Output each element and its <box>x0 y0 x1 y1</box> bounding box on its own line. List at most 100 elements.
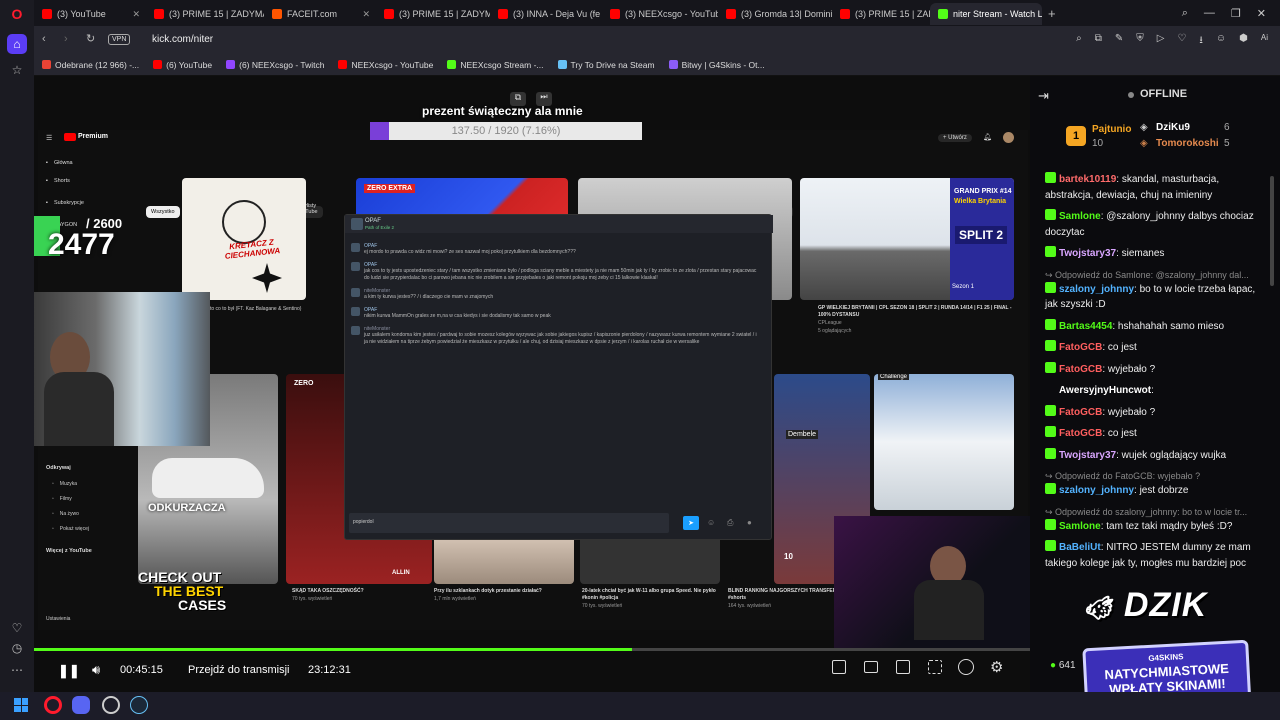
points-display[interactable]: ● 641 <box>1050 660 1076 671</box>
bookmark-item[interactable]: NEEXcsgo Stream -... <box>447 60 544 70</box>
extensions-icon[interactable]: ⬢ <box>1239 33 1248 50</box>
chat-username[interactable]: AwersyjnyHuncwot <box>1059 385 1151 396</box>
chat-scrollbar[interactable] <box>1270 176 1274 286</box>
settings-icon[interactable]: ⚙ <box>990 658 1003 676</box>
chat-username[interactable]: Samlone <box>1059 521 1101 532</box>
chat-message[interactable]: Samlone: @szalony_johnny dalbys chociaz … <box>1045 209 1270 240</box>
bookmark-item[interactable]: Odebrane (12 966) -... <box>42 60 139 70</box>
chat-message[interactable]: FatoGCB: co jest <box>1045 340 1270 356</box>
gifter-name[interactable]: Tomorokoshi <box>1156 138 1219 149</box>
chat-username[interactable]: bartek10119 <box>1059 174 1116 185</box>
chat-username[interactable]: FatoGCB <box>1059 407 1102 418</box>
bookmark-item[interactable]: (6) YouTube <box>153 60 212 70</box>
discord-taskbar-icon[interactable] <box>72 696 90 714</box>
browser-tab[interactable]: (3) PRIME 15 | ZADYMA✕ <box>376 3 490 25</box>
back-icon[interactable]: ‹ <box>42 33 46 45</box>
chat-username[interactable]: Twojstary37 <box>1059 450 1116 461</box>
screenshot-icon[interactable]: ⧉ <box>1095 33 1102 50</box>
go-to-live-button[interactable]: Przejdź do transmisji <box>188 664 289 676</box>
opera-taskbar-icon[interactable] <box>44 696 62 714</box>
chat-message[interactable]: szalony_johnny: jest dobrze <box>1045 483 1270 499</box>
vpn-badge[interactable]: VPN <box>108 34 131 45</box>
pip-icon[interactable] <box>832 660 846 674</box>
message-text: juz usiłalem kondoma kim jestes / pardwa… <box>364 332 757 345</box>
chat-username[interactable]: Twojstary37 <box>1059 248 1116 259</box>
forward-icon[interactable]: › <box>64 33 68 45</box>
collapse-chat-icon[interactable]: ⇥ <box>1038 88 1049 104</box>
bookmark-item[interactable]: Bitwy | G4Skins - Ot... <box>668 60 765 70</box>
chat-username[interactable]: FatoGCB <box>1059 428 1102 439</box>
browser-tab[interactable]: (3) Gromda 13| Dominik A✕ <box>718 3 832 25</box>
app-taskbar-icon[interactable] <box>102 696 120 714</box>
chat-username[interactable]: BaBeliUt <box>1059 542 1101 553</box>
browser-tab[interactable]: (3) NEEXcsgo - YouTube✕ <box>602 3 718 25</box>
chat-username[interactable]: Samlone <box>1059 211 1101 222</box>
browser-tab[interactable]: niter Stream - Watch L✕ <box>930 3 1042 25</box>
pip-icon[interactable]: ⧉ <box>510 92 526 106</box>
chat-message[interactable]: AwersyjnyHuncwot: <box>1045 383 1270 399</box>
browser-tab[interactable]: (3) YouTube ✕ <box>34 3 146 25</box>
chat-message[interactable]: BaBeliUt: NITRO JESTEM dumny ze mam taki… <box>1045 540 1270 571</box>
chat-message[interactable]: FatoGCB: co jest <box>1045 426 1270 442</box>
clip-icon[interactable] <box>864 661 878 673</box>
tab-label: (3) INNA - Deja Vu (fe <box>513 9 601 19</box>
steam-taskbar-icon[interactable] <box>130 696 148 714</box>
chat-message[interactable]: bartek10119: skandal, masturbacja, abstr… <box>1045 172 1270 203</box>
edit-icon[interactable]: ✎ <box>1115 33 1123 50</box>
chat-username[interactable]: FatoGCB <box>1059 364 1102 375</box>
maximize-icon[interactable]: ❐ <box>1231 7 1241 20</box>
chat-username[interactable]: szalony_johnny <box>1059 284 1134 295</box>
heart-icon[interactable]: ♡ <box>1177 33 1186 50</box>
new-tab-icon[interactable]: + <box>1048 6 1056 21</box>
download-icon[interactable]: ⭳ <box>1199 33 1203 50</box>
opera-logo-icon[interactable]: O <box>7 4 27 24</box>
bookmark-label: Try To Drive na Steam <box>570 59 655 70</box>
star-icon[interactable]: ☆ <box>7 60 27 80</box>
heart-icon[interactable]: ♡ <box>7 618 27 638</box>
chat-username[interactable]: Bartas4454 <box>1059 321 1112 332</box>
volume-icon[interactable]: 🔊︎ <box>92 662 100 678</box>
theatre-mode-icon[interactable] <box>896 660 910 674</box>
start-icon[interactable] <box>14 698 28 712</box>
gifter-name[interactable]: Pajtunio <box>1092 124 1131 135</box>
chat-username[interactable]: FatoGCB <box>1059 342 1102 353</box>
minimize-icon[interactable]: — <box>1204 7 1215 20</box>
search-icon[interactable]: ⌕ <box>1076 33 1082 50</box>
chat-username[interactable]: szalony_johnny <box>1059 485 1134 496</box>
browser-tab[interactable]: (3) PRIME 15 | ZADYMA✕ <box>832 3 930 25</box>
reload-icon[interactable]: ↻ <box>86 32 95 45</box>
home-icon[interactable]: ⌂ <box>7 34 27 54</box>
close-tab-icon[interactable]: ✕ <box>128 9 140 20</box>
chat-message[interactable]: FatoGCB: wyjebało ? <box>1045 361 1270 378</box>
account-icon[interactable]: ☺ <box>1216 33 1226 50</box>
history-icon[interactable]: ◷ <box>7 638 27 658</box>
shield-icon[interactable]: ⛨ <box>1136 33 1144 50</box>
close-tab-icon[interactable]: ✕ <box>358 9 370 20</box>
chat-message[interactable]: Bartas4454: hshahahah samo mieso <box>1045 318 1270 335</box>
chat-message[interactable]: FatoGCB: wyjebało ? <box>1045 404 1270 421</box>
chat-message[interactable]: Twojstary37: wujek oglądający wujka <box>1045 447 1270 464</box>
chat-message[interactable]: Twojstary37: siemanes <box>1045 246 1270 262</box>
explore-item: ▫ Pokaż więcej <box>52 521 132 536</box>
browser-tab[interactable]: (3) INNA - Deja Vu (fe✕ <box>490 3 602 25</box>
quality-icon[interactable] <box>958 659 974 675</box>
play-icon[interactable]: ▷ <box>1157 33 1165 50</box>
bookmark-item[interactable]: NEEXcsgo - YouTube <box>338 60 433 70</box>
seek-bar[interactable] <box>34 648 1030 651</box>
search-tabs-icon[interactable]: ⌕ <box>1182 7 1188 20</box>
stream-video[interactable]: ☰ Premium + Utwórz 🔔︎ ▪ Główna ▪ Shorts ▪ Sub… <box>34 76 1030 648</box>
bookmark-item[interactable]: (6) NEEXcsgo - Twitch <box>226 60 324 70</box>
chat-message[interactable]: Samlone: tam tez taki mądry byłeś :D? <box>1045 518 1270 535</box>
chat-message[interactable]: szalony_johnny: bo to w locie trzeba łap… <box>1045 281 1270 313</box>
pause-icon[interactable]: ❚❚ <box>58 663 80 679</box>
ai-icon[interactable]: Ai <box>1261 33 1268 50</box>
skip-icon[interactable]: ⏭ <box>536 92 552 106</box>
close-window-icon[interactable]: ✕ <box>1257 7 1266 20</box>
url-field[interactable]: kick.com/niter <box>152 34 213 45</box>
fullscreen-icon[interactable] <box>928 660 942 674</box>
more-icon[interactable]: ⋯ <box>7 660 27 680</box>
gifter-name[interactable]: DziKu9 <box>1156 122 1190 133</box>
bookmark-item[interactable]: Try To Drive na Steam <box>557 59 655 70</box>
browser-tab[interactable]: FACEIT.com ✕ <box>264 3 376 25</box>
browser-tab[interactable]: (3) PRIME 15 | ZADYMA✕ <box>146 3 264 25</box>
